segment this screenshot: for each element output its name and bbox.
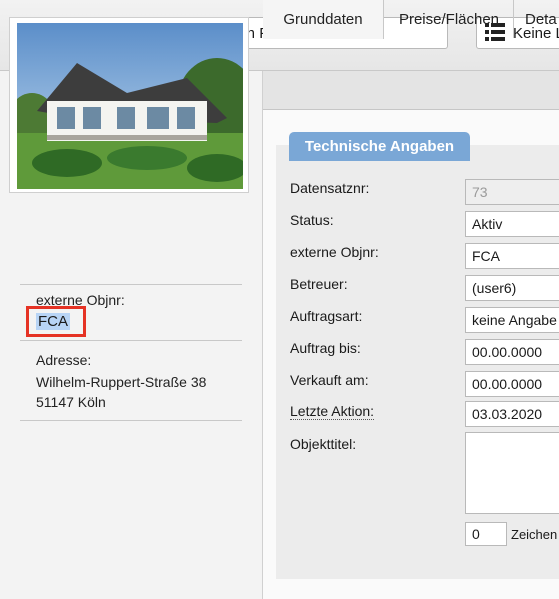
tab-preise-flaechen[interactable]: Preise/Flächen [385, 0, 514, 38]
objnr-form-label: externe Objnr: [290, 244, 379, 260]
betreuer-label: Betreuer: [290, 276, 348, 292]
verkauft-am-field[interactable]: 00.00.0000 [465, 371, 559, 397]
datensatznr-label: Datensatznr: [290, 180, 370, 196]
tab-grunddaten[interactable]: Grunddaten [263, 0, 384, 39]
tab-details[interactable]: Deta [515, 0, 559, 38]
address-street: Wilhelm-Ruppert-Straße 38 [36, 374, 207, 390]
auftrag-bis-field[interactable]: 00.00.0000 [465, 339, 559, 365]
divider [20, 284, 242, 285]
divider [20, 420, 242, 421]
auftrag-bis-label: Auftrag bis: [290, 340, 361, 356]
address-label: Adresse: [36, 352, 92, 368]
letzte-aktion-label[interactable]: Letzte Aktion: [290, 403, 375, 420]
tab-bar [263, 71, 559, 110]
datensatznr-field: 73 [465, 179, 559, 205]
char-counter: 0 [465, 522, 507, 546]
status-label: Status: [290, 212, 334, 228]
address-city: 51147 Köln [36, 394, 106, 410]
property-photo[interactable] [9, 17, 249, 193]
betreuer-select[interactable]: (user6) [465, 275, 559, 301]
auftragsart-label: Auftragsart: [290, 308, 363, 324]
status-select[interactable]: Aktiv [465, 211, 559, 237]
objekttitel-textarea[interactable] [465, 432, 559, 514]
section-title: Technische Angaben [289, 132, 470, 161]
highlight-box [26, 306, 86, 337]
objekttitel-label: Objekttitel: [290, 436, 357, 452]
verkauft-am-label: Verkauft am: [290, 372, 369, 388]
divider [20, 340, 242, 341]
objnr-field[interactable]: FCA [465, 243, 559, 269]
letzte-aktion-field[interactable]: 03.03.2020 [465, 401, 559, 427]
char-counter-label: Zeichen [511, 527, 558, 542]
auftragsart-select[interactable]: keine Angabe [465, 307, 559, 333]
